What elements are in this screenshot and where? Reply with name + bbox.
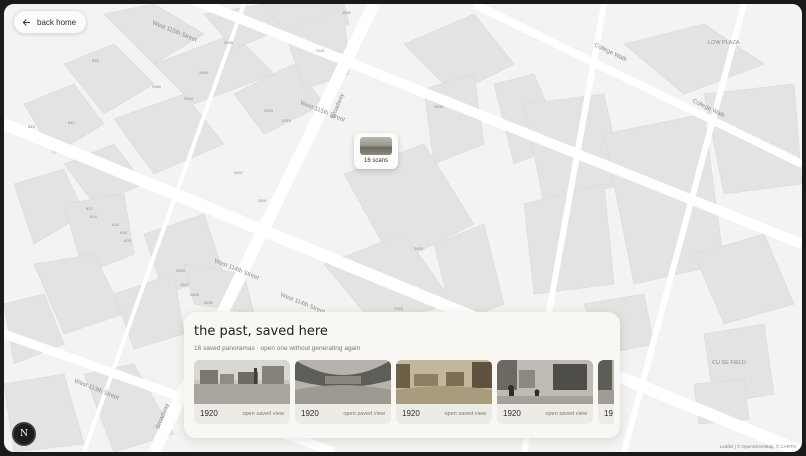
panel-title: the past, saved here [194, 324, 328, 339]
svg-text:614: 614 [90, 214, 97, 219]
panorama-card[interactable]: 1920 open saved view [497, 360, 593, 424]
panorama-card[interactable]: 1920 open saved view [295, 360, 391, 424]
svg-text:620: 620 [124, 238, 131, 243]
open-saved-view-link[interactable]: open saved view [343, 411, 385, 417]
svg-text:2920: 2920 [414, 246, 424, 251]
panorama-thumbnail [295, 360, 391, 404]
svg-text:612: 612 [86, 206, 93, 211]
svg-text:616: 616 [112, 222, 119, 227]
back-home-label: back home [37, 17, 77, 27]
marker-thumbnail [360, 137, 392, 155]
svg-text:2847: 2847 [180, 282, 190, 287]
place-label: CU SE FIELD [712, 360, 746, 366]
scan-count-label: 16 scans [363, 158, 388, 164]
card-year: 1920 [402, 409, 420, 418]
scan-cluster-marker[interactable]: 16 scans [354, 133, 398, 169]
svg-text:2923: 2923 [264, 108, 274, 113]
back-home-button[interactable]: back home [13, 10, 88, 34]
panorama-thumbnail [194, 360, 290, 404]
panorama-thumbnail [396, 360, 492, 404]
card-year: 19 [604, 409, 613, 418]
card-year: 1920 [301, 409, 319, 418]
svg-text:2924: 2924 [394, 306, 404, 311]
svg-text:2915: 2915 [282, 118, 292, 123]
svg-text:540: 540 [68, 120, 75, 125]
arrow-left-icon [22, 18, 31, 26]
card-year: 1920 [200, 409, 218, 418]
svg-text:2951: 2951 [342, 10, 352, 15]
svg-text:2907: 2907 [234, 170, 244, 175]
svg-text:2900: 2900 [434, 104, 444, 109]
panel-subtitle: 16 saved panoramas · open one without ge… [194, 345, 361, 352]
app-frame: West 115th Street West 115th Street West… [4, 4, 802, 452]
open-saved-view-link[interactable]: open saved view [444, 411, 486, 417]
svg-text:2940: 2940 [199, 70, 209, 75]
panorama-thumbnail [497, 360, 593, 404]
n-logo-badge[interactable]: N [14, 424, 34, 444]
svg-text:535: 535 [92, 58, 99, 63]
panorama-card-list[interactable]: 1920 open saved view 1920 open saved vie… [194, 360, 614, 430]
svg-text:618: 618 [120, 230, 127, 235]
svg-text:2950: 2950 [152, 84, 162, 89]
open-saved-view-link[interactable]: open saved view [242, 411, 284, 417]
panorama-card[interactable]: 1920 open saved view [194, 360, 290, 424]
card-year: 1920 [503, 409, 521, 418]
saved-panoramas-panel: the past, saved here 16 saved panoramas … [184, 312, 620, 438]
place-label: LOW PLAZA [708, 40, 740, 46]
svg-text:2901: 2901 [258, 198, 268, 203]
svg-text:2855: 2855 [176, 268, 186, 273]
svg-text:2845: 2845 [190, 292, 200, 297]
svg-text:2936: 2936 [224, 40, 234, 45]
svg-text:2944: 2944 [184, 96, 194, 101]
svg-text:545: 545 [28, 124, 35, 129]
panorama-thumbnail [598, 360, 614, 404]
map-attribution[interactable]: Leaflet | © OpenStreetMap, © CARTO [720, 444, 796, 449]
open-saved-view-link[interactable]: open saved view [545, 411, 587, 417]
panorama-card[interactable]: 19 [598, 360, 614, 424]
svg-text:2839: 2839 [204, 300, 214, 305]
svg-text:2941: 2941 [316, 48, 326, 53]
panorama-card[interactable]: 1920 open saved view [396, 360, 492, 424]
